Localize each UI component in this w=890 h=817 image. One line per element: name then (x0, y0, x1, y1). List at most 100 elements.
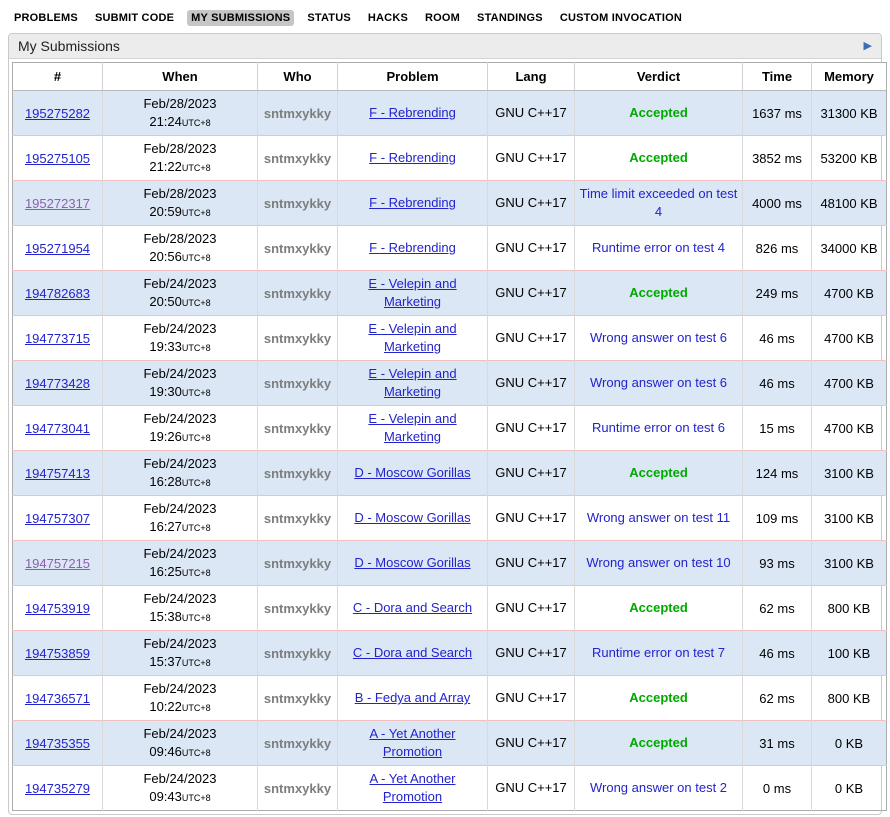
section-title: My Submissions (18, 38, 120, 54)
submission-datetime: Feb/24/2023 09:46UTC+8 (139, 725, 221, 760)
nav-item-hacks[interactable]: HACKS (364, 10, 412, 26)
problem-link[interactable]: B - Fedya and Array (355, 690, 471, 705)
user-handle-link[interactable]: sntmxykky (264, 421, 331, 436)
user-handle-link[interactable]: sntmxykky (264, 736, 331, 751)
nav-item-submit-code[interactable]: SUBMIT CODE (91, 10, 178, 26)
submission-id-link[interactable]: 194773428 (25, 376, 90, 391)
cell-memory: 4700 KB (812, 361, 887, 406)
user-handle-link[interactable]: sntmxykky (264, 241, 331, 256)
user-handle-link[interactable]: sntmxykky (264, 691, 331, 706)
problem-link[interactable]: D - Moscow Gorillas (354, 510, 470, 525)
cell-verdict: Runtime error on test 4 (575, 226, 743, 271)
nav-item-standings[interactable]: STANDINGS (473, 10, 547, 26)
cell-submission-id: 195272317 (13, 181, 103, 226)
submission-id-link[interactable]: 194773715 (25, 331, 90, 346)
user-handle-link[interactable]: sntmxykky (264, 781, 331, 796)
problem-link[interactable]: F - Rebrending (369, 240, 456, 255)
submission-row: 194753919Feb/24/2023 15:38UTC+8sntmxykky… (13, 586, 887, 631)
submission-id-link[interactable]: 194735279 (25, 781, 90, 796)
cell-who: sntmxykky (258, 631, 338, 676)
submission-id-link[interactable]: 195275105 (25, 151, 90, 166)
nav-item-status[interactable]: STATUS (303, 10, 355, 26)
cell-memory: 4700 KB (812, 406, 887, 451)
nav-item-problems[interactable]: PROBLEMS (10, 10, 82, 26)
submission-row: 194773041 Feb/24/2023 19:26UTC+8 sntmxykky… (13, 406, 887, 451)
cell-time: 3852 ms (743, 136, 812, 181)
user-handle-link[interactable]: sntmxykky (264, 646, 331, 661)
timezone-label: UTC+8 (182, 298, 211, 308)
user-handle-link[interactable]: sntmxykky (264, 601, 331, 616)
submission-id-link[interactable]: 194753919 (25, 601, 90, 616)
verdict-text: Accepted (629, 285, 688, 300)
submission-id-link[interactable]: 194757215 (25, 556, 90, 571)
cell-memory: 4700 KB (812, 271, 887, 316)
cell-time: 46 ms (743, 361, 812, 406)
submission-id-link[interactable]: 195275282 (25, 106, 90, 121)
cell-problem: C - Dora and Search (338, 631, 488, 676)
user-handle-link[interactable]: sntmxykky (264, 286, 331, 301)
submission-id-link[interactable]: 195272317 (25, 196, 90, 211)
problem-link[interactable]: E - Velepin and Marketing (368, 276, 456, 309)
cell-verdict: Accepted (575, 136, 743, 181)
submission-id-link[interactable]: 194773041 (25, 421, 90, 436)
cell-memory: 3100 KB (812, 496, 887, 541)
verdict-text: Accepted (629, 600, 688, 615)
verdict-text: Wrong answer on test 11 (587, 510, 730, 525)
submission-datetime: Feb/24/2023 16:28UTC+8 (139, 455, 221, 490)
cell-time: 249 ms (743, 271, 812, 316)
cell-who: sntmxykky (258, 676, 338, 721)
problem-link[interactable]: E - Velepin and Marketing (368, 366, 456, 399)
cell-problem: F - Rebrending (338, 136, 488, 181)
verdict-text: Accepted (629, 465, 688, 480)
nav-item-custom-invocation[interactable]: CUSTOM INVOCATION (556, 10, 686, 26)
nav-item-room[interactable]: ROOM (421, 10, 464, 26)
submission-id-link[interactable]: 194782683 (25, 286, 90, 301)
cell-verdict: Accepted (575, 721, 743, 766)
cell-submission-id: 194773715 (13, 316, 103, 361)
problem-link[interactable]: C - Dora and Search (353, 645, 472, 660)
submission-datetime: Feb/28/2023 20:56UTC+8 (139, 230, 221, 265)
problem-link[interactable]: F - Rebrending (369, 150, 456, 165)
submission-id-link[interactable]: 194735355 (25, 736, 90, 751)
user-handle-link[interactable]: sntmxykky (264, 151, 331, 166)
problem-link[interactable]: E - Velepin and Marketing (368, 321, 456, 354)
cell-when: Feb/24/2023 19:30UTC+8 (103, 361, 258, 406)
collapse-arrow-icon[interactable]: ▶ (864, 41, 872, 52)
cell-verdict: Accepted (575, 271, 743, 316)
submission-datetime: Feb/24/2023 19:30UTC+8 (139, 365, 221, 400)
col-header-lang: Lang (488, 63, 575, 91)
problem-link[interactable]: A - Yet Another Promotion (369, 726, 455, 759)
user-handle-link[interactable]: sntmxykky (264, 466, 331, 481)
problem-link[interactable]: F - Rebrending (369, 195, 456, 210)
cell-lang: GNU C++17 (488, 676, 575, 721)
user-handle-link[interactable]: sntmxykky (264, 376, 331, 391)
cell-memory: 800 KB (812, 586, 887, 631)
nav-item-my-submissions[interactable]: MY SUBMISSIONS (187, 10, 294, 26)
problem-link[interactable]: F - Rebrending (369, 105, 456, 120)
submission-id-link[interactable]: 194753859 (25, 646, 90, 661)
problem-link[interactable]: A - Yet Another Promotion (369, 771, 455, 804)
user-handle-link[interactable]: sntmxykky (264, 511, 331, 526)
submission-row: 194757215Feb/24/2023 16:25UTC+8sntmxykky… (13, 541, 887, 586)
cell-problem: F - Rebrending (338, 226, 488, 271)
verdict-text: Runtime error on test 7 (592, 645, 725, 660)
user-handle-link[interactable]: sntmxykky (264, 556, 331, 571)
problem-link[interactable]: E - Velepin and Marketing (368, 411, 456, 444)
cell-when: Feb/28/2023 20:59UTC+8 (103, 181, 258, 226)
user-handle-link[interactable]: sntmxykky (264, 331, 331, 346)
problem-link[interactable]: C - Dora and Search (353, 600, 472, 615)
submission-id-link[interactable]: 195271954 (25, 241, 90, 256)
cell-lang: GNU C++17 (488, 271, 575, 316)
user-handle-link[interactable]: sntmxykky (264, 196, 331, 211)
user-handle-link[interactable]: sntmxykky (264, 106, 331, 121)
cell-who: sntmxykky (258, 406, 338, 451)
cell-when: Feb/24/2023 19:26UTC+8 (103, 406, 258, 451)
cell-submission-id: 194753919 (13, 586, 103, 631)
submission-id-link[interactable]: 194736571 (25, 691, 90, 706)
cell-time: 1637 ms (743, 91, 812, 136)
submission-id-link[interactable]: 194757413 (25, 466, 90, 481)
timezone-label: UTC+8 (182, 748, 211, 758)
submission-id-link[interactable]: 194757307 (25, 511, 90, 526)
problem-link[interactable]: D - Moscow Gorillas (354, 555, 470, 570)
problem-link[interactable]: D - Moscow Gorillas (354, 465, 470, 480)
